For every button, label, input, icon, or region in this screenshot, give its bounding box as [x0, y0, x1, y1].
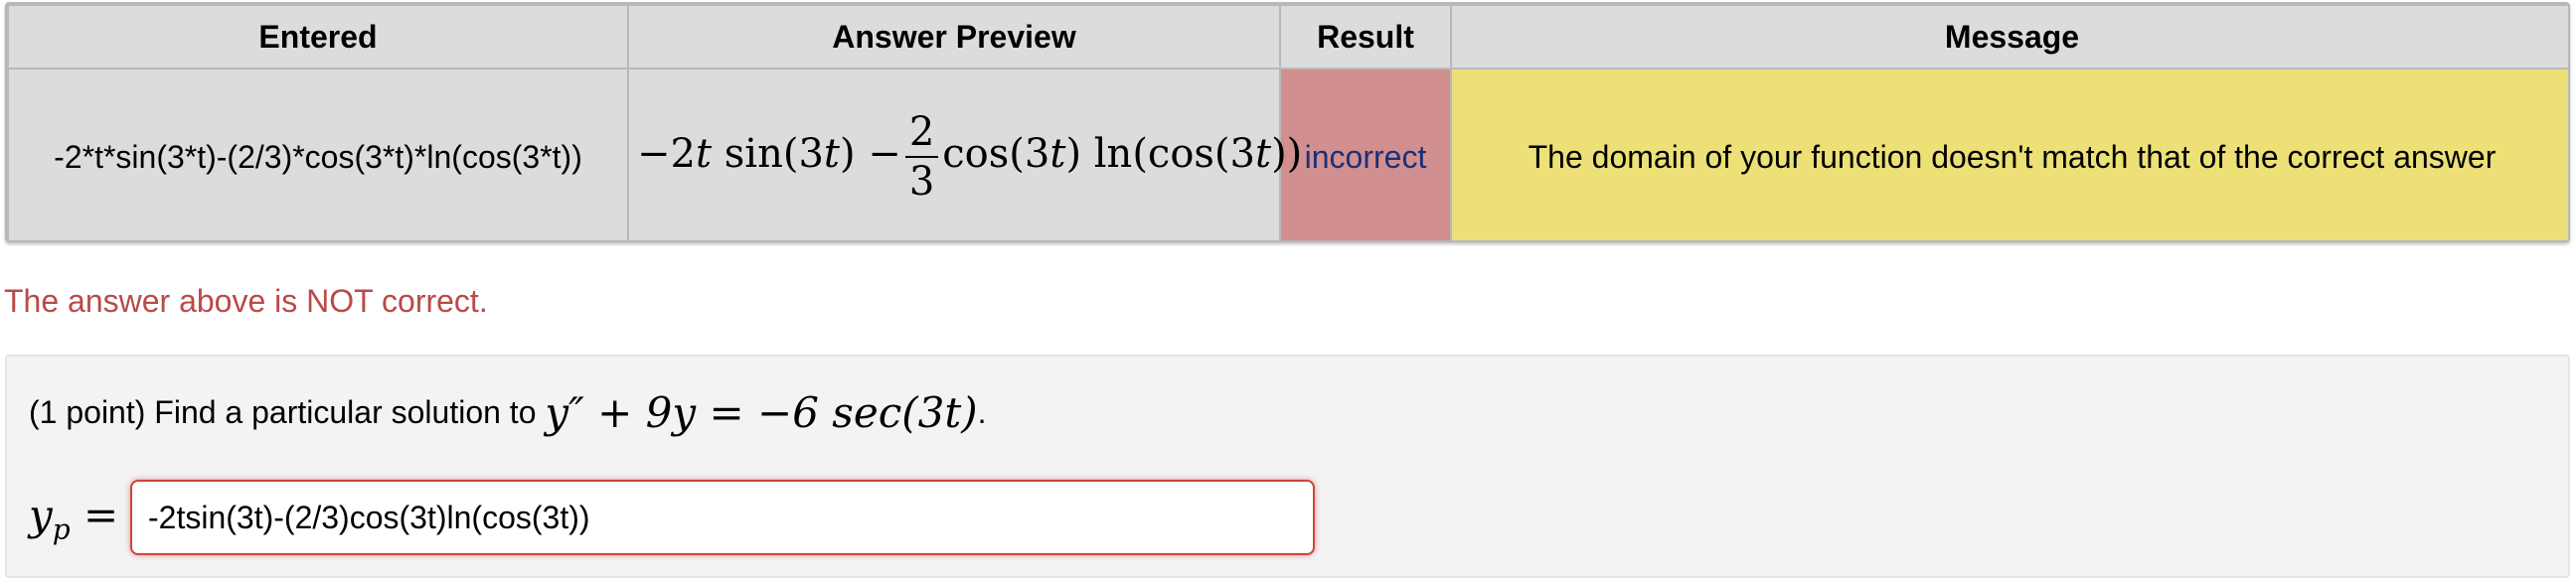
equation-text: y″ + 9y = −6 sec(3t)	[545, 388, 978, 437]
answer-label-eq: =	[70, 491, 119, 539]
problem-equation: y″ + 9y = −6 sec(3t)	[545, 388, 977, 437]
preview-minus: −	[637, 131, 671, 177]
preview-cos: cos(3	[942, 131, 1050, 177]
results-table: Entered Answer Preview Result Message -2…	[5, 2, 2570, 242]
preview-t2: t	[823, 131, 840, 177]
header-message: Message	[1450, 4, 2568, 70]
preview-sin: sin(3	[712, 131, 824, 177]
preview-fraction: 23	[904, 108, 939, 206]
header-result: Result	[1279, 4, 1452, 70]
result-status: incorrect	[1279, 68, 1452, 240]
preview-t1: t	[695, 131, 713, 177]
preview-t4: t	[1254, 131, 1272, 177]
preview-ln: ) ln(cos(3	[1065, 131, 1255, 177]
results-row: -2*t*sin(3*t)-(2/3)*cos(3*t)*ln(cos(3*t)…	[7, 68, 2568, 240]
problem-text: (1 point) Find a particular solution to	[29, 394, 537, 430]
answer-preview: −2t sin(3t) −2 3 cos(3t) ln(cos(3t))	[627, 68, 1302, 240]
feedback-message: The answer above is NOT correct.	[4, 283, 488, 319]
answer-label-math: yp =	[29, 491, 119, 545]
fraction-denominator: 3	[908, 159, 935, 205]
problem-period: .	[977, 394, 987, 430]
preview-close1: ) −	[839, 131, 901, 177]
problem-box: (1 point) Find a particular solution to …	[5, 355, 2570, 578]
entered-answer: -2*t*sin(3*t)-(2/3)*cos(3*t)*ln(cos(3*t)…	[7, 68, 629, 240]
answer-input[interactable]	[130, 480, 1315, 555]
answer-label: yp =	[29, 491, 118, 545]
preview-lead: 2	[670, 131, 696, 177]
preview-close2: ))	[1271, 131, 1303, 177]
preview-math: −2t sin(3t) −2 3 cos(3t) ln(cos(3t))	[637, 109, 1303, 205]
results-header-row: Entered Answer Preview Result Message	[7, 4, 2568, 70]
result-message: The domain of your function doesn't matc…	[1450, 68, 2568, 240]
preview-t3: t	[1049, 131, 1066, 177]
header-entered: Entered	[7, 4, 629, 70]
answer-label-base: y	[29, 491, 53, 539]
problem-prompt: (1 point) Find a particular solution to …	[29, 388, 986, 437]
header-answer-preview: Answer Preview	[627, 4, 1281, 70]
answer-label-sub: p	[52, 512, 71, 546]
fraction-numerator: 2	[904, 108, 939, 158]
